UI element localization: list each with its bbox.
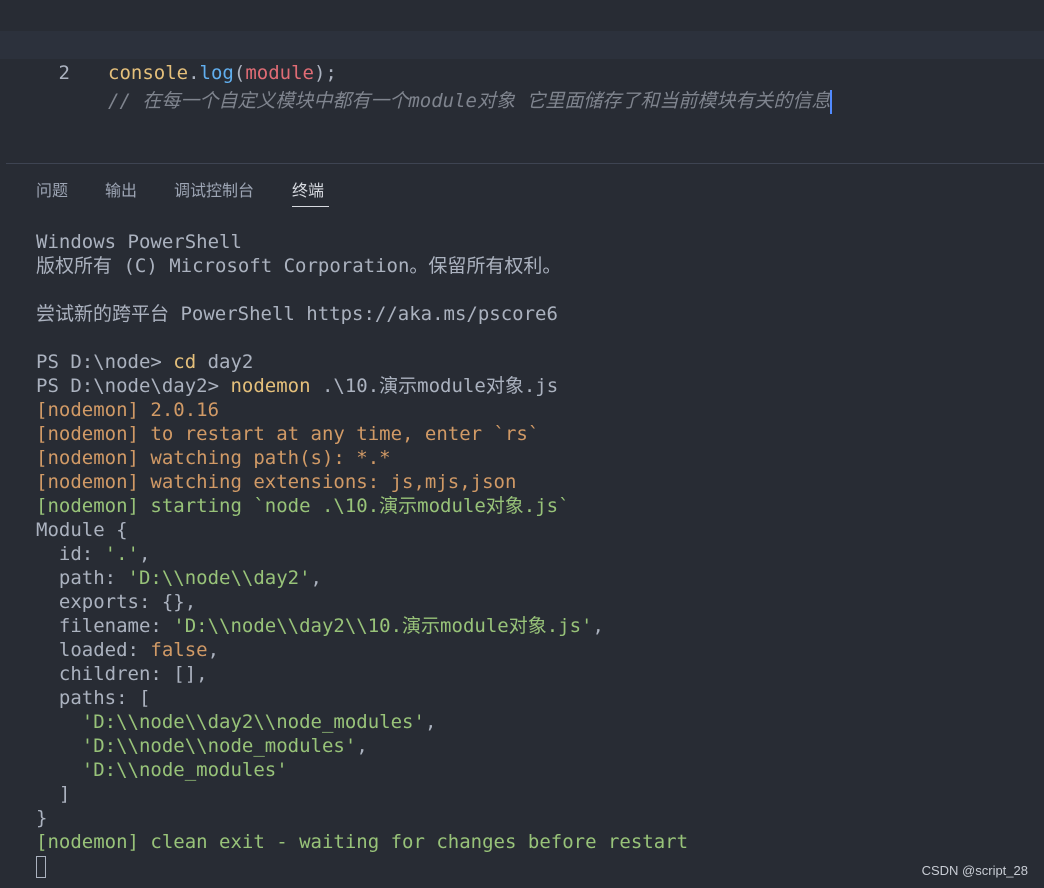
object-punctuation: ,: [592, 615, 604, 637]
object-value: '.': [104, 543, 139, 565]
object-key: exports:: [36, 591, 162, 613]
object-key: children:: [36, 663, 174, 685]
code-token: .: [188, 62, 200, 84]
tab-debug-console[interactable]: 调试控制台: [174, 181, 254, 201]
terminal-line: PS D:\node> cd day2: [36, 350, 1036, 374]
terminal-cursor: [36, 855, 46, 878]
terminal-input-line[interactable]: [36, 854, 1036, 878]
code-line-1[interactable]: 1 console.log(module);: [0, 3, 1044, 84]
code-token: );: [313, 62, 337, 84]
text-caret: [830, 89, 833, 114]
code-line-2[interactable]: 2 // 在每一个自定义模块中都有一个module对象 它里面储存了和当前模块有…: [0, 31, 1044, 114]
terminal-text: [nodemon] to restart at any time, enter …: [36, 423, 540, 445]
object-key: id:: [36, 543, 105, 565]
terminal-line: filename: 'D:\\node\\day2\\10.演示module对象…: [36, 614, 1036, 638]
code-text: console.log(module);: [108, 59, 337, 87]
object-value: false: [150, 639, 208, 661]
terminal-prompt: PS D:\node>: [36, 351, 174, 373]
code-comment: // 在每一个自定义模块中都有一个module对象 它里面储存了和当前模块有关的…: [108, 90, 831, 112]
code-editor[interactable]: 1 console.log(module); 2 // 在每一个自定义模块中都有…: [0, 0, 1044, 162]
code-text: // 在每一个自定义模块中都有一个module对象 它里面储存了和当前模块有关的…: [108, 87, 833, 115]
terminal-text: 尝试新的跨平台 PowerShell https://aka.ms/pscore…: [36, 303, 558, 325]
terminal-command: cd: [173, 351, 197, 373]
object-key: [36, 735, 82, 757]
terminal-line: id: '.',: [36, 542, 1036, 566]
terminal-text: [nodemon] watching path(s): *.*: [36, 447, 391, 469]
object-value: 'D:\\node\\day2\\node_modules': [81, 711, 425, 733]
terminal-line: [nodemon] 2.0.16: [36, 398, 1036, 422]
object-key: loaded:: [36, 639, 151, 661]
code-token: console: [108, 62, 189, 84]
object-key: [36, 759, 82, 781]
terminal-line: Windows PowerShell: [36, 230, 1036, 254]
object-key: path:: [36, 567, 128, 589]
terminal-text: [nodemon] watching extensions: js,mjs,js…: [36, 471, 517, 493]
terminal-line: [nodemon] watching extensions: js,mjs,js…: [36, 470, 1036, 494]
line-number: 2: [58, 62, 70, 84]
object-value: 'D:\\node\\node_modules': [81, 735, 357, 757]
terminal-args: .\10.演示module对象.js: [310, 375, 559, 397]
code-token: module: [245, 62, 314, 84]
object-value: 'D:\\node\\day2\\10.演示module对象.js': [173, 615, 593, 637]
terminal-line: }: [36, 806, 1036, 830]
terminal-output[interactable]: Windows PowerShell 版权所有 (C) Microsoft Cor…: [36, 230, 1036, 878]
terminal-line: children: [],: [36, 662, 1036, 686]
object-punctuation: ,: [138, 543, 151, 565]
object-punctuation: ,: [310, 567, 322, 589]
terminal-line: [nodemon] watching path(s): *.*: [36, 446, 1036, 470]
terminal-line: exports: {},: [36, 590, 1036, 614]
terminal-line: path: 'D:\\node\\day2',: [36, 566, 1036, 590]
terminal-args: day2: [196, 351, 254, 373]
tab-output[interactable]: 输出: [105, 181, 137, 201]
terminal-text: [nodemon] starting `node .\10.演示module对象…: [36, 495, 570, 517]
object-value: {}: [161, 591, 185, 613]
terminal-text: Windows PowerShell: [36, 231, 242, 253]
terminal-prompt: PS D:\node\day2>: [36, 375, 231, 397]
terminal-line: 'D:\\node_modules': [36, 758, 1036, 782]
terminal-line: Module {: [36, 518, 1036, 542]
object-punctuation: ,: [356, 735, 368, 757]
object-punctuation: ,: [207, 639, 220, 661]
terminal-text: [nodemon] clean exit - waiting for chang…: [36, 831, 689, 853]
object-value: []: [173, 663, 197, 685]
object-value: 'D:\\node_modules': [81, 759, 288, 781]
terminal-text: }: [36, 807, 48, 829]
object-key: [36, 711, 82, 733]
terminal-text: paths: [: [36, 687, 151, 709]
object-punctuation: ,: [196, 663, 208, 685]
terminal-line: 'D:\\node\\day2\\node_modules',: [36, 710, 1036, 734]
terminal-text: Module {: [36, 519, 128, 541]
terminal-line: [nodemon] starting `node .\10.演示module对象…: [36, 494, 1036, 518]
terminal-line: paths: [: [36, 686, 1036, 710]
terminal-line: [nodemon] to restart at any time, enter …: [36, 422, 1036, 446]
terminal-line: 'D:\\node\\node_modules',: [36, 734, 1036, 758]
terminal-line: ]: [36, 782, 1036, 806]
terminal-line: 版权所有 (C) Microsoft Corporation。保留所有权利。: [36, 254, 1036, 278]
terminal-text: 版权所有 (C) Microsoft Corporation。保留所有权利。: [36, 255, 562, 277]
object-value: 'D:\\node\\day2': [127, 567, 311, 589]
terminal-command: nodemon: [230, 375, 311, 397]
terminal-line: loaded: false,: [36, 638, 1036, 662]
code-token: (: [233, 62, 246, 84]
code-token: log: [199, 62, 234, 84]
tab-problems[interactable]: 问题: [36, 181, 68, 201]
object-punctuation: ,: [184, 591, 197, 613]
tab-terminal[interactable]: 终端: [292, 181, 324, 201]
terminal-line: [nodemon] clean exit - waiting for chang…: [36, 830, 1036, 854]
object-key: filename:: [36, 615, 174, 637]
object-punctuation: ,: [424, 711, 437, 733]
panel-tab-bar: 问题 输出 调试控制台 终端: [0, 164, 1044, 210]
active-tab-indicator: [292, 206, 329, 207]
terminal-line: 尝试新的跨平台 PowerShell https://aka.ms/pscore…: [36, 302, 1036, 326]
watermark: CSDN @script_28: [921, 863, 1028, 878]
terminal-text: ]: [36, 783, 71, 805]
terminal-text: [nodemon] 2.0.16: [36, 399, 220, 421]
terminal-line: PS D:\node\day2> nodemon .\10.演示module对象…: [36, 374, 1036, 398]
